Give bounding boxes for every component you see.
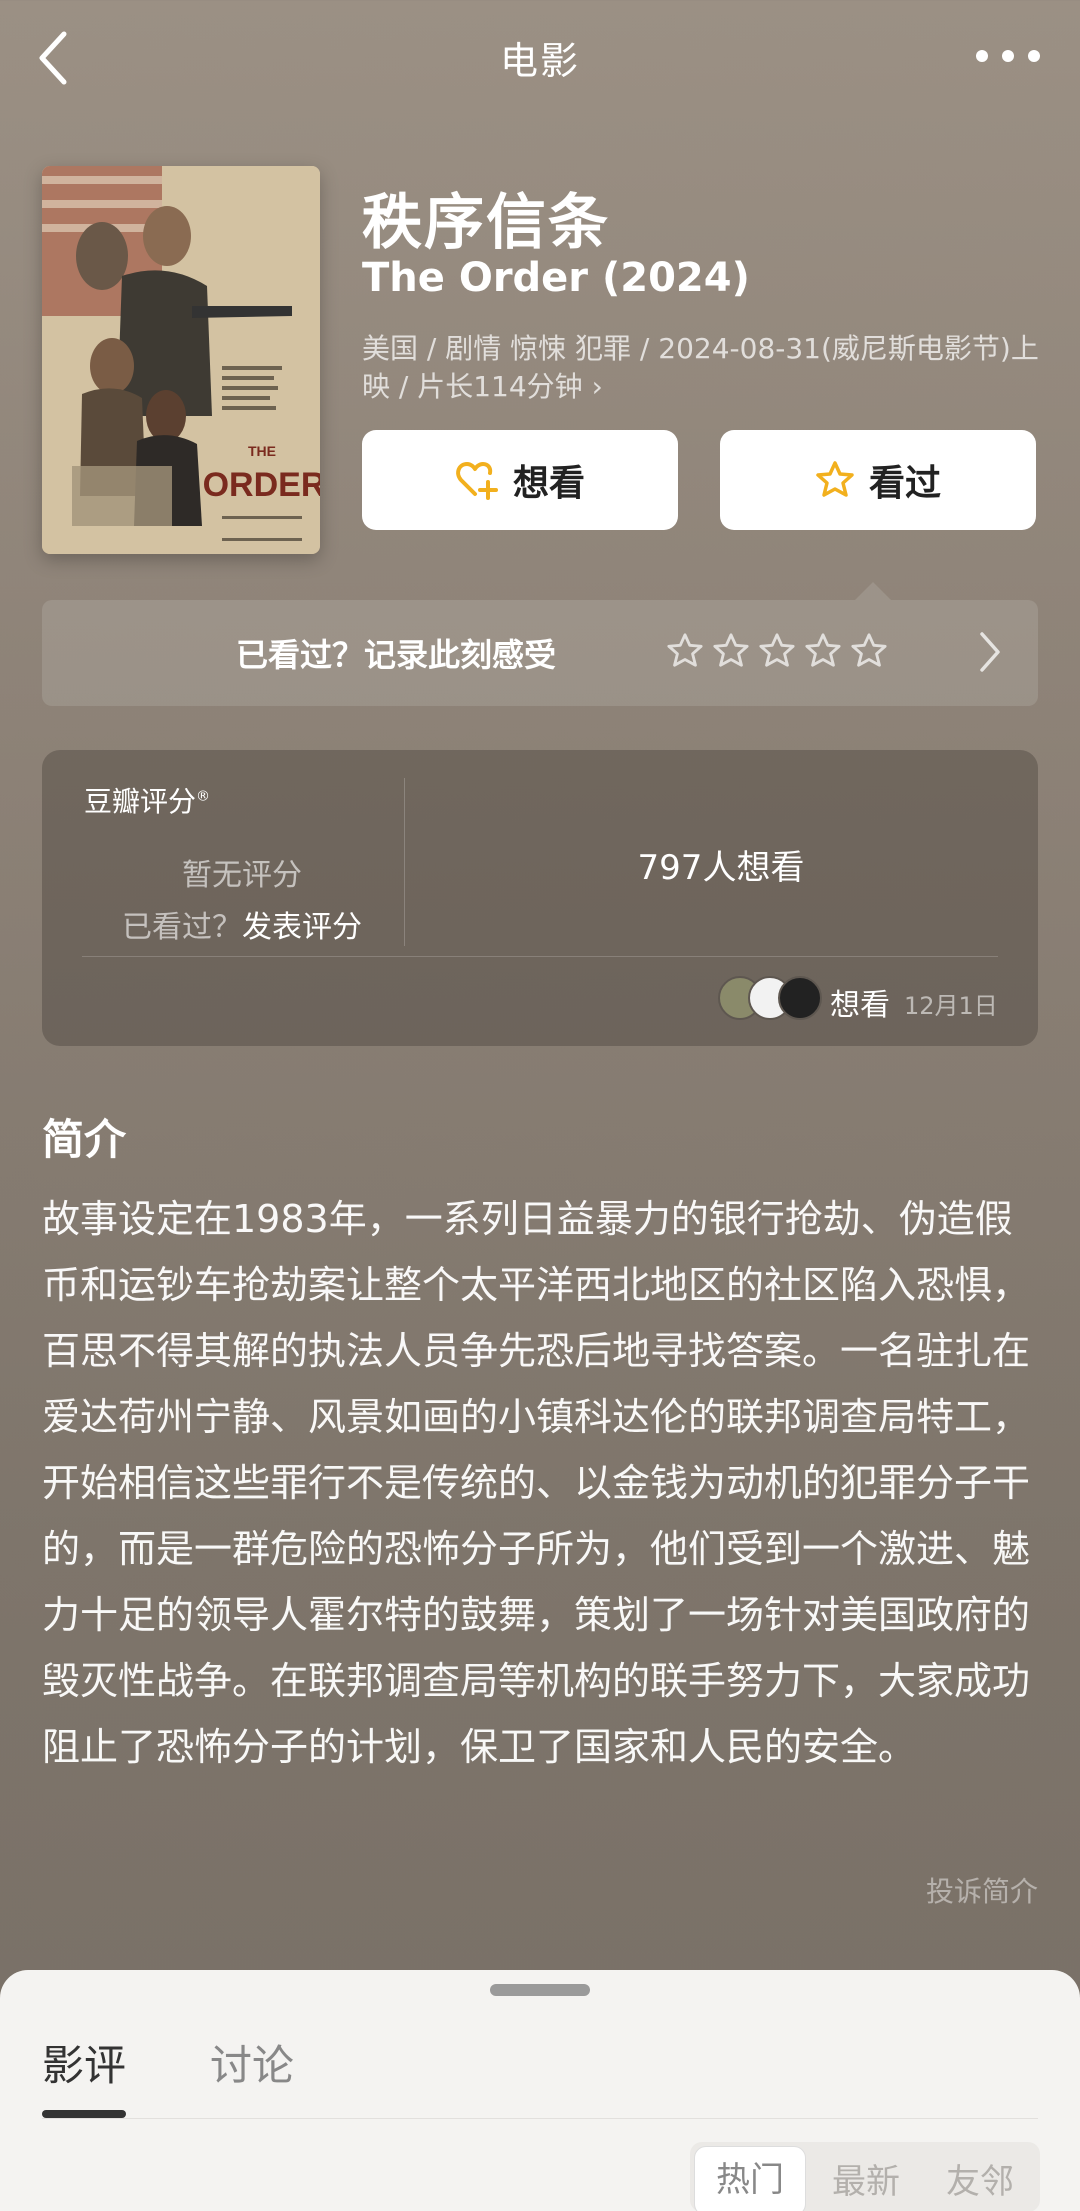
friend-date: 12月1日 (904, 992, 998, 1020)
movie-poster[interactable]: THE ORDER (42, 166, 320, 554)
sort-toggle: 热门 最新 友邻 (690, 2142, 1040, 2211)
rate-prompt-prefix: 已看过？ (122, 910, 242, 945)
page-title: 电影 (499, 39, 580, 83)
friend-status: 想看 (830, 988, 890, 1023)
svg-text:ORDER: ORDER (203, 466, 320, 504)
dot-icon (1028, 50, 1040, 62)
rating-brand: 豆瓣评分® (84, 780, 210, 820)
heart-plus-icon (456, 462, 498, 500)
movie-title-cn: 秩序信条 (362, 188, 610, 258)
svg-text:THE: THE (248, 443, 276, 459)
no-rating-text: 暂无评分 (182, 858, 302, 893)
watched-label: 看过 (868, 463, 941, 504)
record-prompt: 已看过？记录此刻感受 (236, 636, 557, 674)
want-count[interactable]: 797人想看 (404, 840, 1038, 889)
watched-button[interactable]: 看过 (720, 430, 1036, 530)
tab-reviews[interactable]: 影评 (42, 2032, 126, 2093)
dot-icon (1002, 50, 1014, 62)
more-options-button[interactable] (976, 44, 1040, 68)
synopsis-heading: 简介 (42, 1115, 127, 1164)
synopsis-body: 故事设定在1983年，一系列日益暴力的银行抢劫、伪造假币和运钞车抢劫案让整个太平… (42, 1197, 1031, 1769)
bottom-sheet: 影评 讨论 热门 最新 友邻 (0, 1970, 1080, 2211)
star-outline-icon[interactable] (850, 632, 888, 670)
avatar (778, 976, 822, 1020)
star-outline-icon[interactable] (804, 632, 842, 670)
star-icon (816, 461, 854, 497)
post-rating-link[interactable]: 发表评分 (242, 910, 362, 945)
want-to-watch-label: 想看 (512, 463, 585, 504)
rating-brand-text: 豆瓣评分 (84, 785, 197, 818)
active-tab-indicator (42, 2110, 126, 2118)
registered-mark: ® (196, 788, 211, 805)
chevron-right-icon (978, 630, 1002, 678)
divider (82, 956, 998, 957)
sort-hot[interactable]: 热门 (694, 2146, 806, 2211)
top-bar: 电影 (0, 0, 1080, 118)
tab-discussion[interactable]: 讨论 (210, 2032, 294, 2093)
poster-artwork: THE ORDER (42, 166, 320, 554)
record-feeling-bar[interactable]: 已看过？记录此刻感受 (42, 600, 1038, 706)
sort-latest[interactable]: 最新 (832, 2154, 900, 2203)
friend-avatars[interactable] (718, 976, 822, 1020)
rating-card: 豆瓣评分® 暂无评分 已看过？发表评分 797人想看 想看 12月1日 (42, 750, 1038, 1046)
want-to-watch-button[interactable]: 想看 (362, 430, 678, 530)
rate-prompt: 已看过？发表评分 (122, 902, 362, 946)
star-outline-icon[interactable] (666, 632, 704, 670)
record-pointer (855, 582, 891, 600)
star-outline-icon[interactable] (758, 632, 796, 670)
sheet-drag-handle[interactable] (490, 1984, 590, 1996)
sort-friends[interactable]: 友邻 (946, 2154, 1014, 2203)
dot-icon (976, 50, 988, 62)
rating-stars[interactable] (666, 632, 888, 670)
movie-title-en: The Order (2024) (362, 255, 750, 301)
movie-meta[interactable]: 美国 / 剧情 惊悚 犯罪 / 2024-08-31(威尼斯电影节)上映 / 片… (362, 330, 1042, 406)
report-synopsis-link[interactable]: 投诉简介 (926, 1870, 1038, 1910)
star-outline-icon[interactable] (712, 632, 750, 670)
divider (42, 2118, 1038, 2119)
